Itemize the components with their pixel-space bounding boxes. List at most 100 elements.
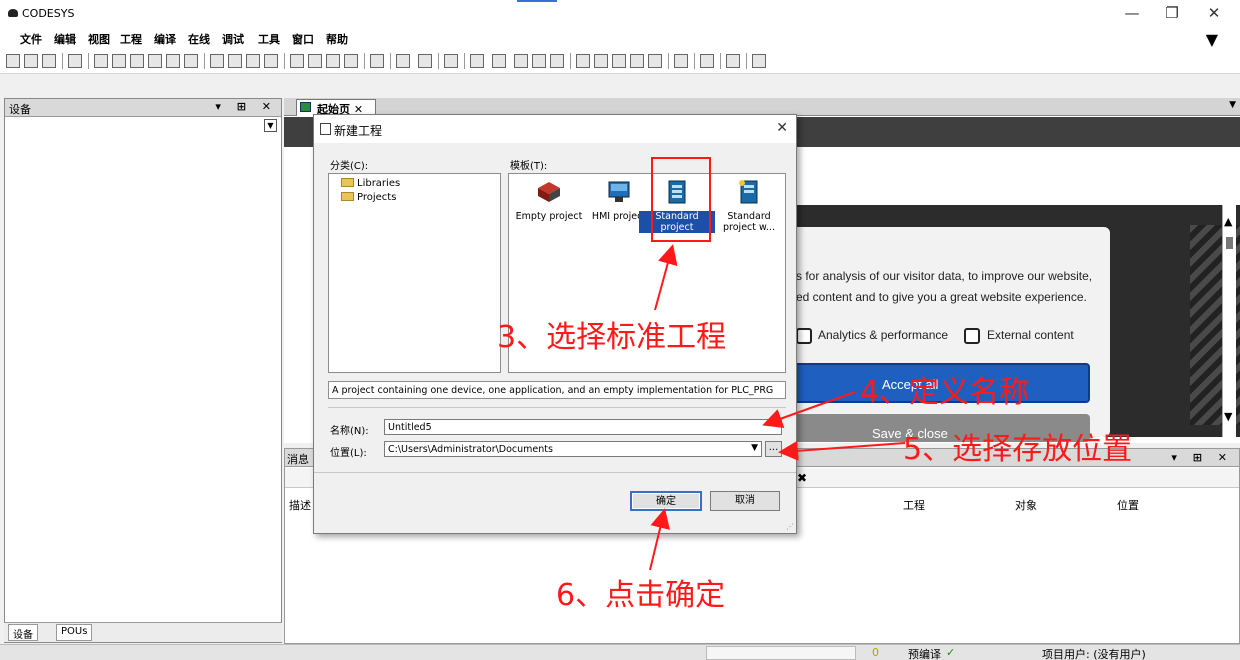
category-projects[interactable]: Projects bbox=[341, 192, 396, 203]
toolbar-separator bbox=[88, 53, 89, 69]
close-button[interactable]: ✕ bbox=[1194, 2, 1234, 24]
clear-messages-icon[interactable]: ✖ bbox=[797, 471, 807, 485]
bookmark-next-icon[interactable] bbox=[308, 54, 322, 68]
undo-icon[interactable] bbox=[94, 54, 108, 68]
find-icon[interactable] bbox=[210, 54, 224, 68]
run-icon[interactable] bbox=[514, 54, 528, 68]
ok-button[interactable]: 确定 bbox=[630, 491, 702, 511]
minimize-button[interactable]: — bbox=[1112, 2, 1152, 24]
paste-icon[interactable] bbox=[166, 54, 180, 68]
tab-pous[interactable]: POUs bbox=[56, 624, 93, 641]
column-description[interactable]: 描述 bbox=[289, 497, 311, 513]
dialog-close-icon[interactable]: ✕ bbox=[776, 120, 788, 136]
redo-icon[interactable] bbox=[112, 54, 126, 68]
open-project-icon[interactable] bbox=[24, 54, 38, 68]
menu-build[interactable]: 编译 bbox=[154, 31, 176, 47]
menu-help[interactable]: 帮助 bbox=[326, 31, 348, 47]
logout-icon[interactable] bbox=[492, 54, 506, 68]
find-next-icon[interactable] bbox=[246, 54, 260, 68]
devices-panel-tabs: 设备 POUs bbox=[4, 622, 282, 642]
breakpoint-icon[interactable] bbox=[648, 54, 662, 68]
stop-icon[interactable] bbox=[532, 54, 546, 68]
save-icon[interactable] bbox=[42, 54, 56, 68]
location-dropdown-icon[interactable]: ▼ bbox=[751, 443, 758, 453]
ime-toolbar[interactable] bbox=[706, 646, 856, 660]
toolbar-separator bbox=[720, 53, 721, 69]
find-prev-icon[interactable] bbox=[264, 54, 278, 68]
cancel-button[interactable]: 取消 bbox=[710, 491, 780, 511]
cookie-text-line-1: s for analysis of our visitor data, to i… bbox=[796, 269, 1093, 283]
menu-tools[interactable]: 工具 bbox=[258, 31, 280, 47]
dialog-button-separator bbox=[314, 472, 796, 473]
resize-grip-icon[interactable]: ⋰ bbox=[786, 522, 794, 531]
cookie-text-line-2: ed content and to give you a great websi… bbox=[796, 290, 1087, 304]
compile-icon[interactable] bbox=[370, 54, 384, 68]
analytics-checkbox[interactable] bbox=[796, 328, 812, 344]
template-empty-project[interactable]: Empty project bbox=[511, 180, 587, 222]
start-page-scrollbar[interactable]: ▲ ▼ bbox=[1222, 205, 1236, 437]
print-icon[interactable] bbox=[68, 54, 82, 68]
bookmark-icon[interactable] bbox=[290, 54, 304, 68]
add-object-icon[interactable] bbox=[396, 54, 410, 68]
menu-debug[interactable]: 调试 bbox=[222, 31, 244, 47]
menu-window[interactable]: 窗口 bbox=[292, 31, 314, 47]
annotation-highlight-box bbox=[651, 157, 711, 242]
copy-icon[interactable] bbox=[148, 54, 162, 68]
app-title: CODESYS bbox=[22, 7, 75, 20]
column-object[interactable]: 对象 bbox=[1015, 497, 1037, 513]
category-libraries[interactable]: Libraries bbox=[341, 178, 400, 189]
reset-icon[interactable] bbox=[550, 54, 564, 68]
force-values-icon[interactable] bbox=[674, 54, 688, 68]
toolbar-separator bbox=[62, 53, 63, 69]
template-description: A project containing one device, one app… bbox=[328, 381, 786, 399]
scroll-up-icon[interactable]: ▲ bbox=[1224, 215, 1232, 228]
dialog-title-bar bbox=[314, 115, 796, 143]
devices-panel-controls[interactable]: ▾ ⊞ ✕ bbox=[215, 100, 277, 113]
scroll-thumb[interactable] bbox=[1226, 237, 1233, 249]
external-content-checkbox[interactable] bbox=[964, 328, 980, 344]
menu-view[interactable]: 视图 bbox=[88, 31, 110, 47]
bookmark-clear-icon[interactable] bbox=[344, 54, 358, 68]
step-over-icon[interactable] bbox=[576, 54, 590, 68]
external-content-checkbox-label: External content bbox=[987, 328, 1074, 342]
login-icon[interactable] bbox=[470, 54, 484, 68]
step-into-icon[interactable] bbox=[594, 54, 608, 68]
menu-edit[interactable]: 编辑 bbox=[54, 31, 76, 47]
menu-online[interactable]: 在线 bbox=[188, 31, 210, 47]
tab-list-dropdown-icon[interactable]: ▼ bbox=[1229, 100, 1236, 110]
template-empty-project-label: Empty project bbox=[515, 211, 583, 222]
run-to-cursor-icon[interactable] bbox=[630, 54, 644, 68]
device-icon[interactable] bbox=[444, 54, 458, 68]
dialog-separator bbox=[328, 407, 786, 408]
column-project[interactable]: 工程 bbox=[903, 497, 925, 513]
tab-devices[interactable]: 设备 bbox=[8, 624, 38, 641]
annotation-step6: 6、点击确定 bbox=[556, 578, 726, 613]
bookmark-prev-icon[interactable] bbox=[326, 54, 340, 68]
project-name-input[interactable]: Untitled5 bbox=[384, 419, 782, 435]
add-folder-icon[interactable] bbox=[418, 54, 432, 68]
browse-location-button[interactable]: ... bbox=[765, 441, 782, 457]
scroll-down-icon[interactable]: ▼ bbox=[1224, 410, 1232, 423]
cut-icon[interactable] bbox=[130, 54, 144, 68]
language-icon[interactable] bbox=[752, 54, 766, 68]
delete-icon[interactable] bbox=[184, 54, 198, 68]
replace-icon[interactable] bbox=[228, 54, 242, 68]
template-standard-project-wizard[interactable]: Standard project w... bbox=[711, 180, 787, 233]
menu-file[interactable]: 文件 bbox=[20, 31, 42, 47]
step-out-icon[interactable] bbox=[612, 54, 626, 68]
toolbar-separator bbox=[464, 53, 465, 69]
write-values-icon[interactable] bbox=[700, 54, 714, 68]
devices-dropdown-icon[interactable]: ▼ bbox=[264, 119, 277, 132]
devices-panel: 设备 ▾ ⊞ ✕ ▼ bbox=[4, 98, 282, 643]
project-location-input[interactable]: C:\Users\Administrator\Documents ▼ bbox=[384, 441, 762, 457]
network-icon[interactable] bbox=[726, 54, 740, 68]
template-standard-project-wizard-label: Standard project w... bbox=[723, 211, 775, 233]
templates-label: 模板(T): bbox=[510, 161, 548, 172]
restore-button[interactable]: ❐ bbox=[1152, 2, 1192, 24]
filter-funnel-icon[interactable]: ▼ bbox=[1206, 30, 1218, 49]
new-project-icon[interactable] bbox=[6, 54, 20, 68]
messages-panel-controls[interactable]: ▾ ⊞ ✕ bbox=[1171, 451, 1233, 464]
column-location[interactable]: 位置 bbox=[1117, 497, 1139, 513]
menu-project[interactable]: 工程 bbox=[120, 31, 142, 47]
annotation-step3: 3、选择标准工程 bbox=[497, 320, 727, 355]
